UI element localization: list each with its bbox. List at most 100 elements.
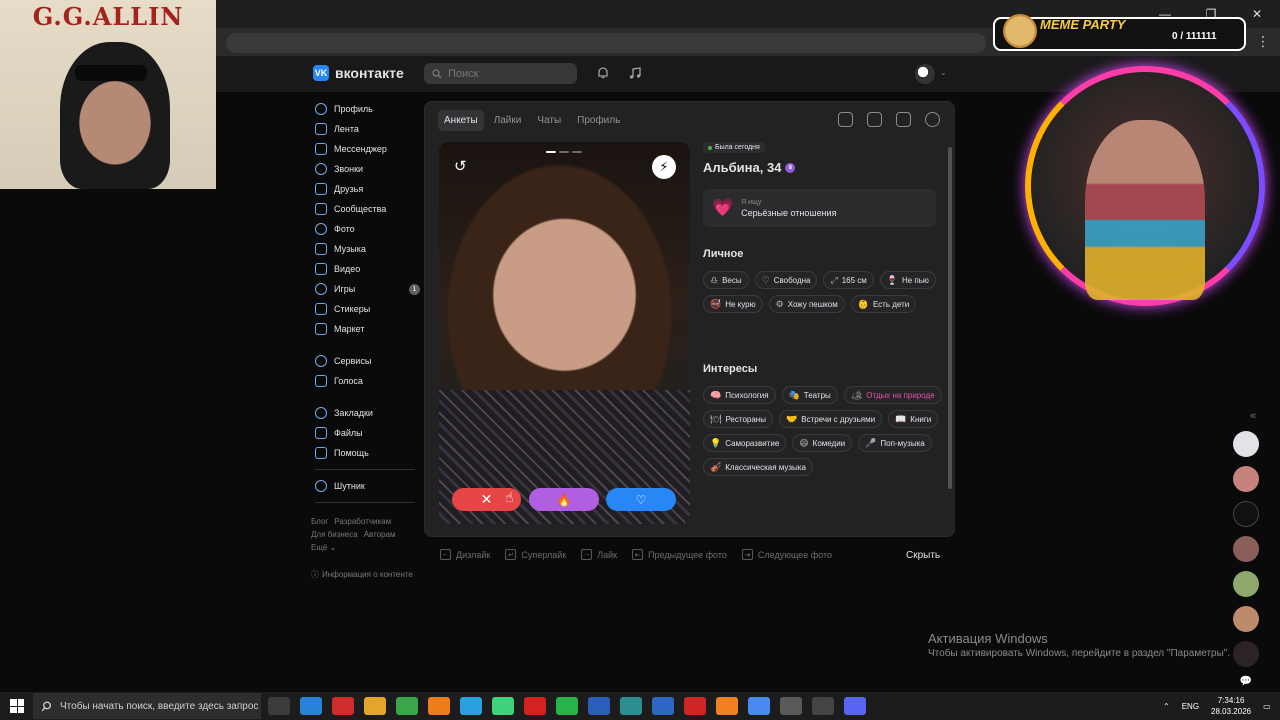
tab-0[interactable]: Анкеты (438, 110, 484, 131)
taskbar-app-icon[interactable] (396, 697, 418, 715)
key-icon: → (581, 549, 593, 560)
sidebar-item-services[interactable]: Сервисы (315, 351, 420, 371)
undo-icon[interactable]: ↺ (454, 157, 472, 175)
windows-start-icon[interactable] (10, 699, 24, 713)
taskbar-app-icon[interactable] (460, 697, 482, 715)
collapse-icon[interactable]: « (1250, 410, 1256, 422)
taskbar-app-icon[interactable] (684, 697, 706, 715)
boost-button[interactable]: ⚡ (652, 155, 676, 179)
interest-chip: 🎭 Театры (781, 386, 838, 404)
rail-avatar[interactable] (1233, 606, 1259, 632)
sidebar-item-communities[interactable]: Сообщества (315, 199, 420, 219)
search-input[interactable] (448, 67, 568, 80)
rail-avatar[interactable] (1233, 536, 1259, 562)
sidebar-item-user-circle[interactable]: Профиль (315, 99, 420, 119)
taskbar-app-icon[interactable] (812, 697, 834, 715)
taskbar-app-icon[interactable] (492, 697, 514, 715)
taskbar-app-icon[interactable] (748, 697, 770, 715)
browser-menu-icon[interactable]: ⋮ (1256, 33, 1270, 50)
chip-label: 165 см (841, 275, 867, 285)
address-bar[interactable] (226, 33, 986, 53)
user-avatar[interactable] (915, 64, 935, 84)
chat-icon[interactable]: 💬 (1240, 676, 1252, 687)
sidebar-item-video[interactable]: Видео (315, 259, 420, 279)
sidebar-item-help[interactable]: Помощь (315, 443, 420, 463)
vk-logo-icon: VK (313, 65, 329, 81)
sidebar-item-games[interactable]: Игры 1 (315, 279, 420, 299)
language-indicator[interactable]: ENG (1182, 702, 1199, 711)
rail-avatar[interactable] (1233, 641, 1259, 667)
taskbar-app-icon[interactable] (556, 697, 578, 715)
like-button[interactable]: ♡ (606, 488, 676, 511)
filters-icon[interactable] (867, 112, 882, 127)
tab-2[interactable]: Чаты (531, 110, 567, 131)
taskbar-app-icon[interactable] (620, 697, 642, 715)
clock[interactable]: 7:34:16 28.03.2026 (1211, 695, 1251, 717)
business-link[interactable]: Для бизнеса (311, 530, 358, 539)
sidebar-item-group[interactable]: Шутник (315, 476, 420, 496)
taskbar-app-icon[interactable] (652, 697, 674, 715)
taskbar-app-icon[interactable] (268, 697, 290, 715)
bell-icon[interactable] (596, 66, 610, 80)
sidebar-item-label: Закладки (334, 408, 373, 418)
key-icon: ← (440, 549, 451, 560)
content-info-link[interactable]: ⓘ Информация о контенте (311, 569, 413, 580)
sidebar-item-label: Игры (334, 284, 356, 294)
sidebar-item-photo[interactable]: Фото (315, 219, 420, 239)
taskbar-app-icon[interactable] (588, 697, 610, 715)
sidebar-item-coins[interactable]: Голоса (315, 371, 420, 391)
hide-hints-button[interactable]: Скрыть (906, 550, 940, 561)
more-link[interactable]: Ещё ⌄ (311, 543, 336, 552)
looking-for-value: Серьёзные отношения (741, 207, 837, 218)
blog-link[interactable]: Блог (311, 517, 328, 526)
sidebar-item-bookmark[interactable]: Закладки (315, 403, 420, 423)
taskbar-app-icon[interactable] (428, 697, 450, 715)
rail-avatar[interactable] (1233, 466, 1259, 492)
taskbar-app-icon[interactable] (332, 697, 354, 715)
tab-1[interactable]: Лайки (488, 110, 528, 131)
sidebar-item-market[interactable]: Маркет (315, 319, 420, 339)
photo-progress-segment (546, 151, 556, 153)
music-note-icon[interactable] (628, 66, 642, 80)
photo-icon (315, 223, 327, 235)
sidebar-item-feed[interactable]: Лента (315, 119, 420, 139)
taskbar-search[interactable]: Чтобы начать поиск, введите здесь запрос (33, 693, 261, 719)
rail-avatar[interactable] (1233, 431, 1259, 457)
interest-chips: 🧠 Психология 🎭 Театры 🏕 Отдых на природе 🍽 Рест… (703, 386, 943, 476)
chevron-down-icon[interactable]: ⌄ (940, 68, 947, 77)
taskbar-app-icon[interactable] (844, 697, 866, 715)
taskbar-app-icon[interactable] (716, 697, 738, 715)
sidebar-item-message[interactable]: Мессенджер (315, 139, 420, 159)
superlike-button[interactable]: 🔥 (529, 488, 599, 511)
taskbar-app-icon[interactable] (300, 697, 322, 715)
sidebar-item-music[interactable]: Музыка (315, 239, 420, 259)
market-icon (315, 323, 327, 335)
shield-check-icon[interactable] (896, 112, 911, 127)
phone-icon (315, 163, 327, 175)
search-box[interactable] (424, 63, 577, 84)
authors-link[interactable]: Авторам (364, 530, 396, 539)
sidebar-item-phone[interactable]: Звонки (315, 159, 420, 179)
sidebar-item-file[interactable]: Файлы (315, 423, 420, 443)
taskbar-app-icon[interactable] (524, 697, 546, 715)
gear-icon[interactable] (925, 112, 940, 127)
sidebar-item-friends[interactable]: Друзья (315, 179, 420, 199)
chip-icon: 🤝 (785, 413, 798, 424)
rail-avatar[interactable] (1233, 501, 1259, 527)
notifications-icon[interactable]: ▭ (1263, 702, 1271, 711)
sidebar-item-sticker[interactable]: Стикеры (315, 299, 420, 319)
sidebar: Профиль Лента Мессенджер Звонки Друзья Сообще… (315, 99, 420, 509)
webcam-person (1085, 120, 1205, 300)
developers-link[interactable]: Разработчикам (334, 517, 391, 526)
chip-label: Театры (803, 390, 831, 400)
thumbs-up-icon[interactable] (838, 112, 853, 127)
tab-3[interactable]: Профиль (571, 110, 626, 131)
chip-label: Не пью (901, 275, 929, 285)
taskbar-app-icon[interactable] (364, 697, 386, 715)
scrollbar-thumb[interactable] (948, 147, 952, 489)
vk-logo[interactable]: VK вконтакте (313, 65, 404, 81)
rail-avatar[interactable] (1233, 571, 1259, 597)
tray-caret-icon[interactable]: ⌃ (1163, 702, 1170, 711)
taskbar-app-icon[interactable] (780, 697, 802, 715)
communities-icon (315, 203, 327, 215)
